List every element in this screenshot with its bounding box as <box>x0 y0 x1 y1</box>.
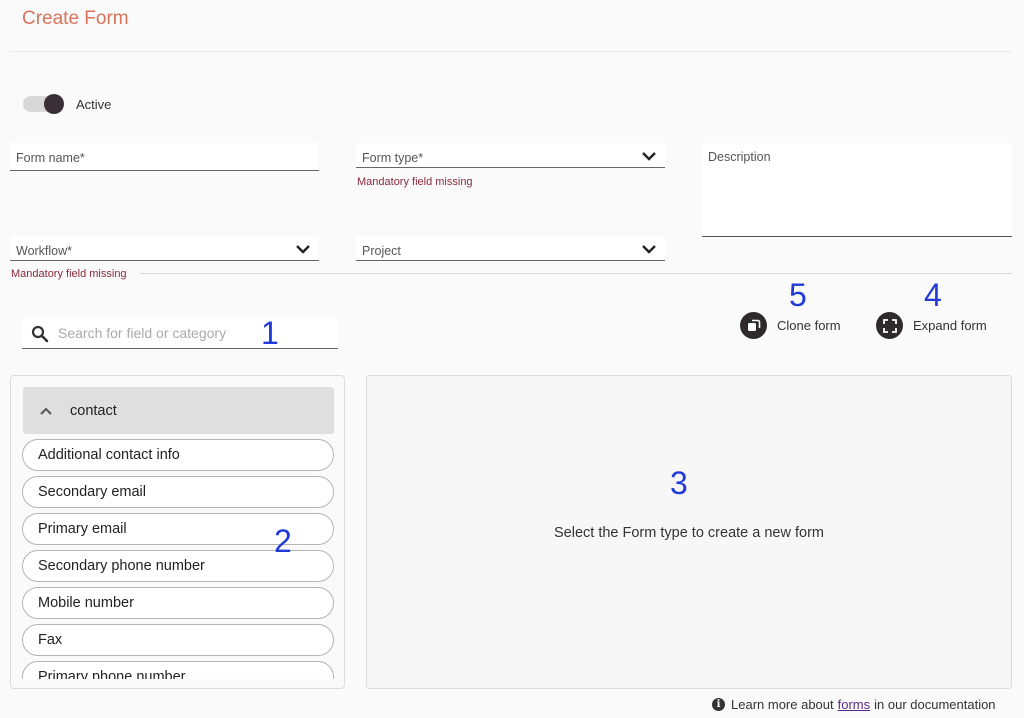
form-type-select[interactable]: Form type* <box>356 143 665 168</box>
footer-prefix: Learn more about <box>731 697 834 712</box>
workflow-select[interactable]: Workflow* <box>10 236 319 261</box>
workflow-label: Workflow* <box>16 244 73 258</box>
field-search[interactable] <box>22 317 338 349</box>
info-icon: i <box>712 698 725 711</box>
annotation-1: 1 <box>261 315 279 351</box>
field-panel: contact Additional contact info Secondar… <box>10 375 345 689</box>
category-header[interactable]: contact <box>23 387 334 434</box>
field-item[interactable]: Additional contact info <box>22 439 334 471</box>
form-type-label: Form type* <box>362 151 424 165</box>
form-name-field[interactable]: Form name* <box>10 143 319 171</box>
description-label: Description <box>708 150 771 164</box>
category-label: contact <box>70 402 117 419</box>
chevron-up-icon <box>40 407 52 415</box>
chevron-down-icon <box>642 152 656 161</box>
active-toggle-label: Active <box>76 97 112 112</box>
clone-form-label: Clone form <box>777 318 841 333</box>
description-field[interactable]: Description <box>702 143 1012 237</box>
search-input[interactable] <box>58 323 328 343</box>
expand-form-button[interactable]: Expand form <box>876 312 987 339</box>
expand-form-label: Expand form <box>913 318 987 333</box>
page-title: Create Form <box>22 8 129 29</box>
chevron-down-icon <box>296 245 310 254</box>
annotation-3: 3 <box>670 465 688 501</box>
annotation-4: 4 <box>924 277 942 313</box>
project-select[interactable]: Project <box>356 236 665 261</box>
form-name-label: Form name* <box>16 151 85 165</box>
copy-icon <box>740 312 767 339</box>
forms-doc-link[interactable]: forms <box>838 697 871 712</box>
field-item[interactable]: Primary phone number <box>22 661 334 679</box>
search-icon <box>31 325 49 343</box>
header-divider <box>10 51 1012 52</box>
form-canvas: Select the Form type to create a new for… <box>366 375 1012 689</box>
project-label: Project <box>362 244 401 258</box>
workflow-error: Mandatory field missing <box>11 268 127 280</box>
expand-icon <box>876 312 903 339</box>
section-divider <box>140 273 1012 274</box>
docs-footer: i Learn more about forms in our document… <box>712 697 996 712</box>
field-item[interactable]: Fax <box>22 624 334 656</box>
field-item[interactable]: Mobile number <box>22 587 334 619</box>
annotation-2: 2 <box>274 523 292 559</box>
chevron-down-icon <box>642 245 656 254</box>
annotation-5: 5 <box>789 277 807 313</box>
footer-suffix: in our documentation <box>874 697 996 712</box>
empty-canvas-message: Select the Form type to create a new for… <box>554 525 824 541</box>
clone-form-button[interactable]: Clone form <box>740 312 841 339</box>
field-item[interactable]: Secondary email <box>22 476 334 508</box>
form-type-error: Mandatory field missing <box>357 176 473 188</box>
active-toggle-knob[interactable] <box>44 94 64 114</box>
